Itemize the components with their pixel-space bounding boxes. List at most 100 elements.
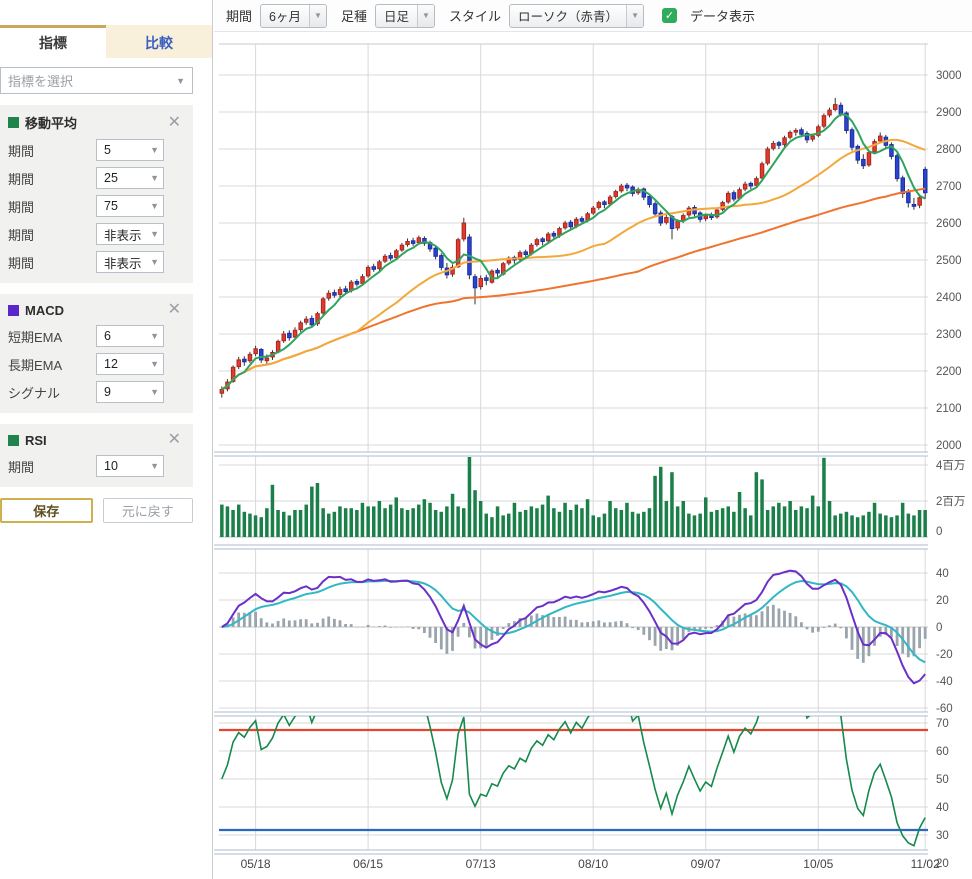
- indicator-select-placeholder: 指標を選択: [8, 71, 73, 90]
- volume-bars: [220, 454, 927, 537]
- chevron-down-icon: ▼: [150, 387, 159, 397]
- svg-text:50: 50: [936, 774, 949, 786]
- section-title: RSI: [25, 433, 164, 448]
- tab-compare[interactable]: 比較: [106, 25, 212, 58]
- row-label: 期間: [8, 457, 96, 476]
- svg-text:0: 0: [936, 526, 942, 538]
- ma-period-1-select[interactable]: 5▼: [96, 139, 164, 161]
- svg-text:40: 40: [936, 568, 949, 580]
- ma-period-row: 期間 25▼: [0, 164, 193, 192]
- svg-text:09/07: 09/07: [691, 857, 721, 871]
- macd-fast-select[interactable]: 6▼: [96, 325, 164, 347]
- ma-color-swatch: [8, 117, 19, 128]
- ma-period-3-select[interactable]: 75▼: [96, 195, 164, 217]
- svg-text:2400: 2400: [936, 292, 962, 304]
- svg-text:2600: 2600: [936, 218, 962, 230]
- ma-period-row: 期間 非表示▼: [0, 220, 193, 248]
- bartype-label: 足種: [341, 6, 367, 25]
- chevron-down-icon: ▼: [150, 173, 159, 183]
- stock-chart-app: 指標 比較 指標を選択 ▼ 移動平均 ✕ 期間 5▼ 期間 25▼ 期間: [0, 0, 972, 879]
- section-moving-average: 移動平均 ✕ 期間 5▼ 期間 25▼ 期間 75▼ 期間 非表示▼ 期間 非表…: [0, 105, 193, 283]
- data-display-label: データ表示: [690, 6, 755, 25]
- macd-row: 短期EMA 6▼: [0, 322, 193, 350]
- chevron-down-icon: ▼: [150, 359, 159, 369]
- row-label: 期間: [8, 225, 96, 244]
- row-label: 期間: [8, 141, 96, 160]
- chevron-down-icon: ▼: [150, 145, 159, 155]
- svg-text:2200: 2200: [936, 366, 962, 378]
- reset-button[interactable]: 元に戻す: [103, 498, 194, 523]
- select-value: 25: [104, 171, 118, 185]
- ma25-line: [222, 140, 925, 390]
- svg-text:07/13: 07/13: [466, 857, 496, 871]
- ma5-line: [222, 114, 925, 389]
- chevron-down-icon: ▼: [150, 257, 159, 267]
- rsi-color-swatch: [8, 435, 19, 446]
- svg-text:2500: 2500: [936, 255, 962, 267]
- macd-signal-select[interactable]: 9▼: [96, 381, 164, 403]
- macd-slow-select[interactable]: 12 ▼: [96, 353, 164, 375]
- row-label: 短期EMA: [8, 327, 96, 346]
- rsi-row: 期間 10 ▼: [0, 452, 193, 480]
- indicator-sidebar: 指標 比較 指標を選択 ▼ 移動平均 ✕ 期間 5▼ 期間 25▼ 期間: [0, 0, 213, 879]
- select-value: 5: [104, 143, 111, 157]
- select-value: 12: [104, 357, 118, 371]
- svg-text:2700: 2700: [936, 181, 962, 193]
- svg-text:2100: 2100: [936, 403, 962, 415]
- bartype-dropdown[interactable]: 日足 ▼: [375, 4, 435, 28]
- row-label: 期間: [8, 197, 96, 216]
- section-macd: MACD ✕ 短期EMA 6▼ 長期EMA 12▼ シグナル 9▼: [0, 294, 193, 413]
- ma-period-row: 期間 非表示▼: [0, 248, 193, 276]
- ma-period-4-select[interactable]: 非表示▼: [96, 223, 164, 245]
- svg-text:11/02: 11/02: [911, 857, 940, 871]
- svg-text:40: 40: [936, 802, 949, 814]
- chevron-down-icon: ▼: [176, 76, 185, 86]
- save-button[interactable]: 保存: [0, 498, 93, 523]
- close-icon[interactable]: ✕: [164, 115, 185, 131]
- svg-text:08/10: 08/10: [578, 857, 608, 871]
- chart-main-area: 期間 6ヶ月 ▼ 足種 日足 ▼ スタイル ローソク（赤青） ▼ ✓ データ表示…: [214, 0, 972, 879]
- style-label: スタイル: [449, 6, 501, 25]
- ma-period-row: 期間 5▼: [0, 136, 193, 164]
- svg-text:4百万: 4百万: [936, 460, 965, 472]
- period-value: 6ヶ月: [261, 5, 309, 27]
- svg-text:3000: 3000: [936, 70, 962, 82]
- sidebar-buttons: 保存 元に戻す: [0, 498, 193, 523]
- svg-text:2300: 2300: [936, 329, 962, 341]
- svg-text:2000: 2000: [936, 440, 962, 452]
- chevron-down-icon: ▼: [150, 461, 159, 471]
- axis-labels: 3000290028002700260025002400230022002100…: [936, 70, 965, 870]
- close-icon[interactable]: ✕: [164, 432, 185, 448]
- data-display-checkbox[interactable]: ✓: [662, 8, 677, 23]
- svg-text:30: 30: [936, 830, 949, 842]
- chevron-down-icon: ▼: [417, 5, 434, 27]
- period-label: 期間: [226, 6, 252, 25]
- tab-indicators[interactable]: 指標: [0, 25, 106, 58]
- svg-text:20: 20: [936, 595, 949, 607]
- period-dropdown[interactable]: 6ヶ月 ▼: [260, 4, 327, 28]
- ma-period-2-select[interactable]: 25 ▼: [96, 167, 164, 189]
- svg-text:-60: -60: [936, 703, 953, 715]
- row-label: 期間: [8, 253, 96, 272]
- row-label: 長期EMA: [8, 355, 96, 374]
- select-value: 10: [104, 459, 118, 473]
- ma75-line: [222, 189, 925, 390]
- close-icon[interactable]: ✕: [164, 302, 185, 318]
- chevron-down-icon: ▼: [150, 331, 159, 341]
- svg-text:2800: 2800: [936, 144, 962, 156]
- ma-period-row: 期間 75▼: [0, 192, 193, 220]
- rsi-line: [222, 681, 925, 846]
- rsi-period-select[interactable]: 10 ▼: [96, 455, 164, 477]
- macd-color-swatch: [8, 305, 19, 316]
- chevron-down-icon: ▼: [309, 5, 326, 27]
- indicator-select[interactable]: 指標を選択 ▼: [0, 67, 193, 94]
- row-label: シグナル: [8, 383, 96, 402]
- stock-chart-svg: 3000290028002700260025002400230022002100…: [214, 32, 972, 879]
- chart-canvas[interactable]: 3000290028002700260025002400230022002100…: [214, 32, 972, 879]
- svg-text:60: 60: [936, 746, 949, 758]
- date-axis-labels: 05/1806/1507/1308/1009/0710/0511/02: [241, 857, 941, 871]
- ma-period-5-select[interactable]: 非表示▼: [96, 251, 164, 273]
- section-title: 移動平均: [25, 113, 164, 132]
- style-dropdown[interactable]: ローソク（赤青） ▼: [509, 4, 644, 28]
- section-rsi: RSI ✕ 期間 10 ▼: [0, 424, 193, 487]
